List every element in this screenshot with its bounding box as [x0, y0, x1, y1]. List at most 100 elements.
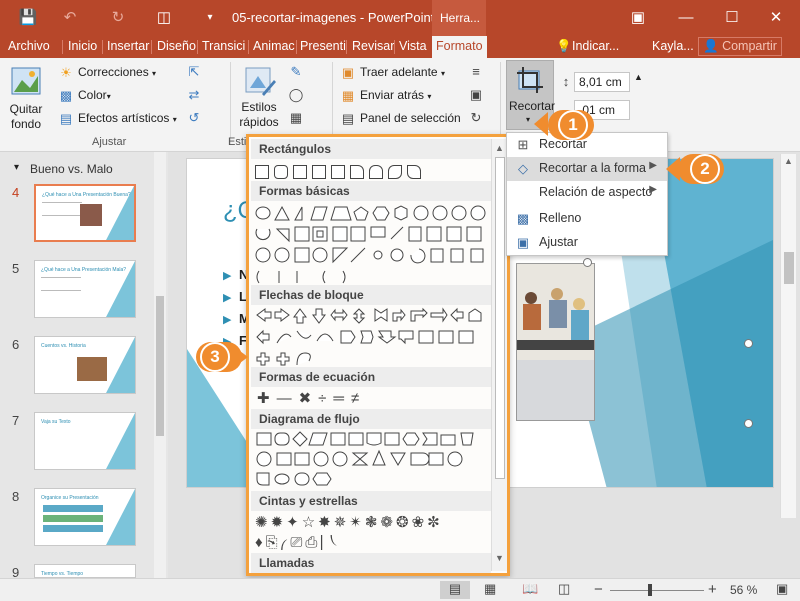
picture-border-icon[interactable]: ✎ [288, 64, 304, 80]
scroll-thumb[interactable] [495, 157, 505, 479]
tab-separator [62, 40, 63, 54]
zoom-slider[interactable] [610, 590, 704, 591]
tab-revisar[interactable]: Revisar [352, 39, 394, 53]
slide-thumbnail-7[interactable]: Vaja su Texto [34, 412, 136, 470]
send-backward-button[interactable]: Enviar atrás ▾ [360, 88, 431, 102]
align-icon[interactable]: ≡ [468, 64, 484, 80]
slide-thumbnail-6[interactable]: Cuentos vs. Historia [34, 336, 136, 394]
close-icon[interactable]: ✕ [766, 8, 786, 28]
tab-diseno[interactable]: Diseño [157, 39, 196, 53]
slide-thumbnail-9[interactable]: Tiempo vs. Tiempo [34, 564, 136, 578]
slides-pane: ▾ Bueno vs. Malo 4 ¿Qué hace a Una Prese… [0, 152, 168, 580]
scroll-thumb[interactable] [156, 296, 164, 436]
shapes-stars-banners[interactable]: ✺✹✦☆✸✵✴❃❁❂❀✼ ♦⎘⎛⎚⎙⎜⎝ [255, 513, 491, 553]
shape-snip-rectangle[interactable] [312, 165, 326, 179]
artistic-effects-icon: ▤ [59, 111, 73, 126]
slideshow-icon[interactable]: ◫ [558, 581, 570, 597]
slide-number: 5 [12, 261, 20, 276]
artistic-effects-button[interactable]: Efectos artísticos ▾ [78, 111, 177, 125]
zoom-out-button[interactable]: − [594, 581, 603, 598]
color-label: Color [78, 88, 107, 102]
slide-thumbnail-4[interactable]: ¿Qué hace a Una Presentación Buena? [34, 184, 136, 242]
rotate-icon[interactable]: ↻ [468, 110, 484, 126]
minimize-icon[interactable]: — [676, 8, 696, 28]
tab-insertar[interactable]: Insertar [107, 39, 149, 53]
quick-styles-button[interactable]: Estilos rápidos [236, 64, 282, 134]
fit-slide-icon[interactable]: ▣ [776, 581, 788, 597]
slides-scrollbar[interactable] [154, 152, 166, 578]
user-name[interactable]: Kayla... [652, 39, 694, 53]
shape-rectangle[interactable] [255, 165, 269, 179]
bullet-arrow-icon: ▶ [223, 270, 232, 282]
picture-layout-icon[interactable]: ▦ [288, 110, 304, 126]
shape-snip-rectangle[interactable] [293, 165, 307, 179]
tab-inicio[interactable]: Inicio [68, 39, 97, 53]
color-button[interactable]: Color▾ [78, 88, 111, 102]
share-button[interactable]: 👤 Compartir [698, 37, 782, 56]
shape-rounded-rectangle[interactable] [274, 165, 288, 179]
section-collapse-icon[interactable]: ▾ [14, 162, 19, 173]
shapes-equation[interactable]: ✚—✖÷═≠ [257, 389, 366, 407]
zoom-in-button[interactable]: + [708, 581, 717, 598]
remove-background-icon [11, 67, 41, 95]
present-icon[interactable]: ◫ [154, 8, 174, 28]
resize-handle[interactable] [744, 419, 753, 428]
shape-snip-rectangle[interactable] [331, 165, 345, 179]
selection-pane-button[interactable]: Panel de selección [360, 111, 461, 125]
compress-pictures-icon[interactable]: ⇱ [186, 64, 202, 80]
height-field[interactable]: 8,01 cm [574, 72, 630, 92]
remove-background-button[interactable]: Quitar fondo [6, 62, 46, 132]
shape-round-rectangle[interactable] [407, 165, 421, 179]
slide-thumbnail-8[interactable]: Organice su Presentación [34, 488, 136, 546]
resize-handle[interactable] [744, 339, 753, 348]
spin-up-icon[interactable]: ▲ [634, 72, 643, 82]
shapes-basic[interactable] [255, 205, 491, 295]
group-icon[interactable]: ▣ [468, 87, 484, 103]
bring-forward-button[interactable]: Traer adelante ▾ [360, 65, 445, 79]
shapes-flowchart[interactable] [255, 431, 491, 491]
picture-tools-tab[interactable]: Herra... [432, 0, 486, 36]
resize-handle[interactable] [583, 258, 592, 267]
menu-item-fill[interactable]: ▩ Relleno [507, 207, 667, 231]
shape-round-rectangle[interactable] [388, 165, 402, 179]
undo-icon[interactable]: ↶ [60, 8, 80, 28]
maximize-icon[interactable]: ☐ [722, 8, 742, 28]
selected-picture[interactable] [516, 263, 595, 421]
category-equation-shapes: Formas de ecuación [251, 367, 491, 387]
picture-effects-icon[interactable]: ◯ [288, 87, 304, 103]
canvas-scrollbar[interactable]: ▲ [780, 154, 796, 518]
customize-icon[interactable]: ▾ [200, 8, 220, 28]
person-icon: 👤 [703, 39, 719, 53]
menu-item-fit[interactable]: ▣ Ajustar [507, 231, 667, 255]
tab-animaciones[interactable]: Animac [253, 39, 295, 53]
tell-me-box[interactable]: Indicar... [572, 39, 619, 53]
change-picture-icon[interactable]: ⇄ [186, 87, 202, 103]
menu-item-label: Relleno [539, 211, 582, 225]
zoom-slider-thumb[interactable] [648, 584, 652, 596]
menu-item-crop-to-shape[interactable]: ◇ Recortar a la forma ▶ [507, 157, 667, 181]
tab-archivo[interactable]: Archivo [8, 39, 50, 53]
reading-view-icon[interactable]: 📖 [522, 581, 538, 597]
zoom-level[interactable]: 56 % [730, 583, 757, 597]
slide-thumbnail-5[interactable]: ¿Qué hace a Una Presentación Mala? [34, 260, 136, 318]
shape-round-rectangle[interactable] [369, 165, 383, 179]
redo-icon[interactable]: ↻ [108, 8, 128, 28]
save-icon[interactable]: 💾 [18, 8, 38, 28]
scroll-thumb[interactable] [784, 252, 794, 284]
scroll-down-icon[interactable]: ▼ [495, 553, 504, 563]
ribbon-options-icon[interactable]: ▣ [628, 8, 648, 28]
tab-presentacion[interactable]: Presenti [300, 39, 346, 53]
shape-round-rectangle[interactable] [350, 165, 364, 179]
gallery-scrollbar[interactable]: ▲ ▼ [491, 139, 507, 571]
tab-vista[interactable]: Vista [399, 39, 427, 53]
normal-view-icon[interactable]: ▤ [440, 581, 470, 599]
scroll-up-icon[interactable]: ▲ [495, 143, 504, 153]
scroll-up-icon[interactable]: ▲ [784, 156, 793, 166]
corrections-button[interactable]: Correcciones ▾ [78, 65, 156, 79]
tab-transiciones[interactable]: Transici [202, 39, 245, 53]
reset-picture-icon[interactable]: ↺ [186, 110, 202, 126]
shapes-block-arrows[interactable] [255, 307, 491, 367]
slide-sorter-icon[interactable]: ▦ [484, 581, 496, 597]
menu-item-aspect-ratio[interactable]: Relación de aspecto ▶ [507, 181, 667, 205]
tab-formato[interactable]: Formato [432, 36, 487, 58]
